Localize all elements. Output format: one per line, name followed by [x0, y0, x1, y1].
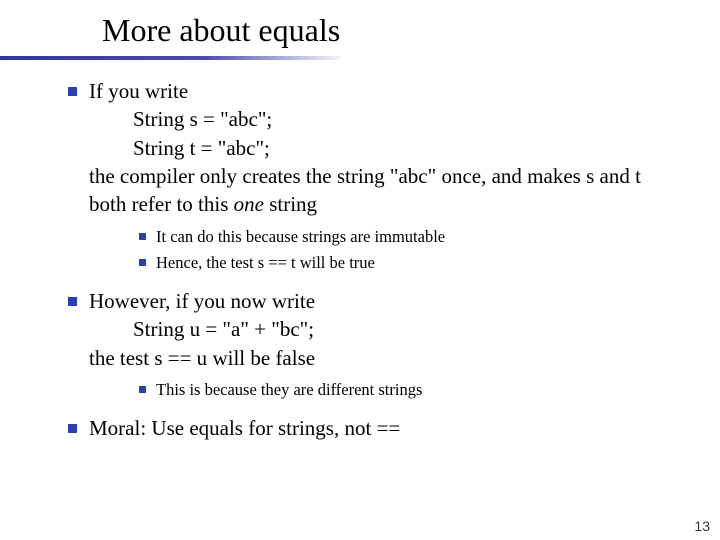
- inline-code: s == t: [258, 253, 296, 272]
- bullet-item: If you write String s = "abc"; String t …: [68, 77, 696, 281]
- text: the compiler only creates the string: [89, 164, 390, 188]
- title-code: equals: [258, 12, 340, 48]
- bullet-body: If you write String s = "abc"; String t …: [89, 77, 696, 281]
- inline-code: false: [275, 346, 315, 370]
- sub-bullet-list: This is because they are different strin…: [89, 372, 696, 408]
- code-line: String s = "abc";: [89, 105, 696, 133]
- text: and: [594, 164, 635, 188]
- inline-code: s == u: [154, 346, 207, 370]
- emphasis: one: [234, 192, 264, 216]
- inline-code: ==: [377, 416, 401, 440]
- code-line: String u = "a" + "bc";: [89, 315, 696, 343]
- bullet-item: However, if you now write String u = "a"…: [68, 287, 696, 408]
- text: string: [264, 192, 317, 216]
- square-bullet-icon: [68, 424, 77, 433]
- square-bullet-icon: [139, 386, 146, 393]
- title-prefix: More about: [102, 12, 258, 48]
- sub-bullet-item: Hence, the test s == t will be true: [139, 251, 696, 274]
- square-bullet-icon: [139, 259, 146, 266]
- inline-code: t: [635, 164, 641, 188]
- slide-title: More about equals: [0, 0, 720, 53]
- sub-bullet-item: This is because they are different strin…: [139, 378, 696, 401]
- inline-code: "abc": [390, 164, 436, 188]
- text: once, and makes: [436, 164, 586, 188]
- sub-bullet-body: This is because they are different strin…: [156, 378, 696, 401]
- bullet-body: However, if you now write String u = "a"…: [89, 287, 696, 408]
- bullet-body: Moral: Use equals for strings, not ==: [89, 414, 696, 442]
- square-bullet-icon: [139, 233, 146, 240]
- text: for strings, not: [243, 416, 377, 440]
- text: will be: [207, 346, 275, 370]
- inline-code: true: [349, 253, 375, 272]
- square-bullet-icon: [68, 297, 77, 306]
- sub-bullet-body: It can do this because strings are immut…: [156, 225, 696, 248]
- text: both refer to this: [89, 192, 234, 216]
- code-line: String t = "abc";: [89, 134, 696, 162]
- text: Moral: Use: [89, 416, 189, 440]
- inline-code: equals: [189, 416, 243, 440]
- title-underline: [0, 56, 340, 60]
- text: If you write: [89, 79, 188, 103]
- bullet-item: Moral: Use equals for strings, not ==: [68, 414, 696, 442]
- sub-bullet-list: It can do this because strings are immut…: [89, 219, 696, 281]
- text: However, if you now write: [89, 289, 315, 313]
- text: will be: [296, 253, 350, 272]
- square-bullet-icon: [68, 87, 77, 96]
- sub-bullet-body: Hence, the test s == t will be true: [156, 251, 696, 274]
- text: Hence, the test: [156, 253, 258, 272]
- text: the test: [89, 346, 154, 370]
- sub-bullet-item: It can do this because strings are immut…: [139, 225, 696, 248]
- slide-body: If you write String s = "abc"; String t …: [0, 53, 720, 442]
- page-number: 13: [694, 518, 710, 534]
